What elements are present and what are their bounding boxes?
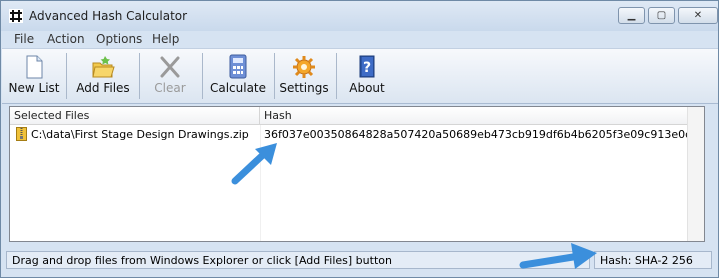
- close-button[interactable]: ✕: [678, 7, 718, 24]
- clear-icon: [160, 56, 180, 78]
- status-algorithm-panel[interactable]: Hash: SHA-2 256: [594, 251, 712, 269]
- add-files-icon: [92, 56, 115, 78]
- new-list-button[interactable]: New List: [8, 49, 60, 103]
- clear-label: Clear: [154, 81, 186, 95]
- maximize-button[interactable]: ▢: [648, 7, 675, 24]
- menu-file[interactable]: File: [14, 32, 34, 46]
- file-list[interactable]: Selected Files Hash C:\data\First Stage …: [9, 106, 705, 242]
- settings-button[interactable]: Settings: [278, 49, 330, 103]
- new-list-label: New List: [8, 81, 60, 95]
- file-path-cell: C:\data\First Stage Design Drawings.zip: [31, 128, 249, 141]
- toolbar-separator: [66, 53, 67, 99]
- calculate-button[interactable]: Calculate: [207, 49, 269, 103]
- pointer-arrow-icon: [231, 143, 277, 185]
- about-button[interactable]: ? About: [342, 49, 392, 103]
- new-list-icon: [26, 55, 43, 79]
- menu-options[interactable]: Options: [96, 32, 142, 46]
- pointer-arrow-icon: [519, 243, 597, 269]
- app-window: Advanced Hash Calculator ▁ ▢ ✕ File Acti…: [0, 0, 719, 278]
- column-hash[interactable]: Hash: [260, 107, 704, 124]
- status-message: Drag and drop files from Windows Explore…: [12, 254, 392, 267]
- toolbar-separator: [274, 53, 275, 99]
- table-row[interactable]: C:\data\First Stage Design Drawings.zip …: [10, 126, 704, 144]
- status-bar: Drag and drop files from Windows Explore…: [1, 247, 718, 277]
- toolbar-separator: [202, 53, 203, 99]
- hash-cell: 36f037e00350864828a507420a50689eb473cb91…: [264, 128, 699, 141]
- calculate-icon: [229, 54, 247, 79]
- status-message-panel: Drag and drop files from Windows Explore…: [6, 251, 590, 269]
- hash-algorithm: Hash: SHA-2 256: [600, 254, 693, 267]
- list-header: Selected Files Hash: [10, 107, 704, 125]
- toolbar-separator: [336, 53, 337, 99]
- menu-help[interactable]: Help: [152, 32, 179, 46]
- settings-icon: [293, 56, 315, 78]
- menu-bar: File Action Options Help: [1, 31, 718, 48]
- app-icon: [9, 9, 23, 23]
- menu-action[interactable]: Action: [47, 32, 85, 46]
- clear-button[interactable]: Clear: [144, 49, 196, 103]
- vertical-scrollbar[interactable]: [687, 107, 704, 241]
- maximize-icon: ▢: [656, 10, 667, 21]
- minimize-button[interactable]: ▁: [618, 7, 645, 24]
- window-title: Advanced Hash Calculator: [29, 9, 188, 23]
- close-icon: ✕: [693, 10, 703, 21]
- calculate-label: Calculate: [209, 81, 267, 95]
- column-selected-files[interactable]: Selected Files: [10, 107, 260, 124]
- title-bar[interactable]: Advanced Hash Calculator ▁ ▢ ✕: [1, 1, 718, 31]
- zip-file-icon: [16, 127, 27, 141]
- svg-text:?: ?: [363, 60, 371, 76]
- toolbar-separator: [139, 53, 140, 99]
- about-label: About: [349, 81, 385, 95]
- minimize-icon: ▁: [627, 10, 636, 21]
- about-icon: ?: [359, 55, 375, 78]
- toolbar: New List Add Files Clear Calculate Setti…: [2, 48, 718, 104]
- add-files-label: Add Files: [76, 81, 130, 95]
- add-files-button[interactable]: Add Files: [72, 49, 134, 103]
- settings-label: Settings: [279, 81, 329, 95]
